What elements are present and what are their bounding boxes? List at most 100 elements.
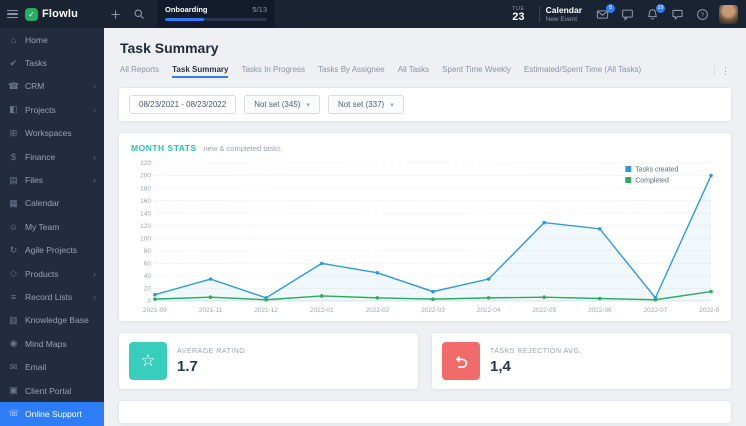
more-options-icon[interactable]: ⋮ bbox=[721, 66, 730, 77]
menu-icon[interactable] bbox=[7, 9, 18, 19]
notifications-badge: 19 bbox=[655, 3, 665, 13]
chevron-right-icon: › bbox=[93, 104, 96, 115]
svg-text:Tasks created: Tasks created bbox=[635, 166, 678, 173]
next-card-partial bbox=[118, 400, 732, 424]
sidebar-item-calendar[interactable]: ▦ Calendar bbox=[0, 192, 104, 215]
mindmap-icon: ◉ bbox=[9, 338, 18, 349]
sidebar-item-label: Knowledge Base bbox=[25, 315, 89, 326]
svg-text:2022-04: 2022-04 bbox=[477, 307, 501, 314]
svg-text:220: 220 bbox=[140, 160, 151, 167]
chart-subtitle: new & completed tasks bbox=[203, 144, 281, 153]
onboarding-progress-fill bbox=[165, 18, 204, 21]
date-widget[interactable]: Tue 23 bbox=[512, 6, 525, 23]
sidebar-item-finance[interactable]: $ Finance › bbox=[0, 145, 104, 168]
sidebar-item-client-portal[interactable]: ▣ Client Portal bbox=[0, 379, 104, 402]
filter-dropdown-2[interactable]: Not set (337) ▾ bbox=[327, 95, 404, 114]
svg-text:0: 0 bbox=[147, 298, 151, 305]
tab-task-summary[interactable]: Task Summary bbox=[172, 65, 229, 78]
svg-text:2022-07: 2022-07 bbox=[644, 307, 668, 314]
page-title: Task Summary bbox=[120, 40, 219, 56]
finance-icon: $ bbox=[10, 151, 16, 162]
sidebar-item-label: Finance bbox=[25, 151, 56, 162]
chevron-right-icon: › bbox=[93, 151, 96, 162]
svg-text:?: ? bbox=[701, 11, 705, 18]
sidebar-item-label: Products bbox=[25, 268, 59, 279]
sidebar-item-projects[interactable]: ◧ Projects › bbox=[0, 98, 104, 121]
svg-text:2021-09: 2021-09 bbox=[143, 307, 167, 314]
chevron-right-icon: › bbox=[93, 175, 96, 186]
sidebar-item-record-lists[interactable]: ≡ Record Lists › bbox=[0, 285, 104, 308]
sidebar-item-tasks[interactable]: ✔ Tasks bbox=[0, 51, 104, 74]
topbar: ✓ Flowlu Onboarding 5/13 Tue 23 Calendar… bbox=[0, 0, 746, 28]
svg-text:60: 60 bbox=[144, 261, 152, 268]
speech-bubble-icon bbox=[672, 9, 683, 19]
sidebar-item-label: Home bbox=[25, 34, 48, 45]
month-stats-chart: 0 20 40 60 80 100 120 140 160 180 200 220 2021-09 202… bbox=[140, 160, 719, 314]
home-icon: ⌂ bbox=[10, 34, 17, 45]
help-button[interactable]: ? bbox=[696, 8, 709, 21]
svg-text:200: 200 bbox=[140, 173, 151, 180]
filter-dropdown-1[interactable]: Not set (345) ▾ bbox=[244, 95, 320, 114]
sidebar-item-label: Tasks bbox=[25, 58, 47, 69]
svg-text:2022-05: 2022-05 bbox=[532, 307, 556, 314]
sidebar-item-online-support[interactable]: ☏ Online Support bbox=[0, 402, 104, 426]
sidebar-item-crm[interactable]: ☎ CRM › bbox=[0, 75, 104, 98]
sidebar-item-knowledge-base[interactable]: ▥ Knowledge Base bbox=[0, 309, 104, 332]
filter-dropdown-1-value: Not set (345) bbox=[254, 100, 301, 109]
tab-tasks-by-assignee[interactable]: Tasks By Assignee bbox=[318, 65, 385, 77]
chat-button[interactable] bbox=[621, 8, 634, 21]
sidebar-item-my-team[interactable]: ☺ My Team bbox=[0, 215, 104, 238]
avatar[interactable] bbox=[719, 4, 738, 24]
team-icon: ☺ bbox=[8, 221, 19, 232]
svg-text:100: 100 bbox=[140, 235, 151, 242]
help-icon: ? bbox=[697, 8, 708, 20]
inbox-button[interactable]: 8 bbox=[596, 3, 615, 21]
email-icon: ✉ bbox=[9, 361, 18, 372]
sidebar-item-label: Client Portal bbox=[25, 385, 72, 396]
tab-estimated-spent-time-all-tasks[interactable]: Estimated/Spent Time (All Tasks) bbox=[524, 65, 641, 77]
tab-tasks-in-progress[interactable]: Tasks In Progress bbox=[241, 65, 305, 77]
tab-spent-time-weekly[interactable]: Spent Time Weekly bbox=[442, 65, 511, 77]
onboarding-count: 5/13 bbox=[252, 5, 267, 14]
notifications-button[interactable]: 19 bbox=[646, 3, 665, 21]
chart-title: MONTH STATS bbox=[131, 143, 197, 153]
onboarding-label: Onboarding bbox=[165, 5, 208, 14]
sidebar-item-products[interactable]: ◇ Products › bbox=[0, 262, 104, 285]
svg-text:2022-08: 2022-08 bbox=[699, 307, 719, 314]
tasks-rejection-card: TASKS REJECTION AVG. 1,4 bbox=[431, 332, 732, 390]
date-range-input[interactable]: 08/23/2021 - 08/23/2022 bbox=[129, 95, 237, 114]
sidebar-item-mind-maps[interactable]: ◉ Mind Maps bbox=[0, 332, 104, 355]
tab-all-tasks[interactable]: All Tasks bbox=[398, 65, 429, 77]
sidebar-item-workspaces[interactable]: ⊞ Workspaces bbox=[0, 122, 104, 145]
sidebar-item-agile-projects[interactable]: ↻ Agile Projects bbox=[0, 239, 104, 262]
search-button[interactable] bbox=[133, 8, 145, 20]
sidebar-item-label: Workspaces bbox=[25, 128, 72, 139]
average-rating-card: ☆ AVERAGE RATING 1.7 bbox=[118, 332, 419, 390]
feedback-button[interactable] bbox=[671, 8, 684, 21]
flowlu-logo[interactable]: ✓ Flowlu bbox=[25, 7, 78, 21]
onboarding-widget[interactable]: Onboarding 5/13 bbox=[157, 0, 275, 28]
svg-text:120: 120 bbox=[140, 223, 151, 230]
svg-text:2022-02: 2022-02 bbox=[366, 307, 390, 314]
plus-icon bbox=[111, 9, 120, 19]
knowledge-icon: ▥ bbox=[9, 314, 18, 325]
tasks-rejection-value: 1,4 bbox=[490, 357, 511, 375]
support-icon: ☏ bbox=[8, 408, 20, 419]
tasks-icon: ✔ bbox=[9, 57, 18, 68]
svg-text:2021-12: 2021-12 bbox=[254, 307, 278, 314]
sidebar-item-label: CRM bbox=[25, 81, 45, 92]
sidebar-item-email[interactable]: ✉ Email bbox=[0, 355, 104, 378]
svg-text:2022-06: 2022-06 bbox=[588, 307, 612, 314]
month-stats-card: MONTH STATS new & completed tasks 0 20 40 6… bbox=[118, 132, 732, 322]
sidebar-item-home[interactable]: ⌂ Home bbox=[0, 28, 104, 51]
sidebar: ⌂ Home ✔ Tasks ☎ CRM › ◧ Projects › ⊞ Workspaces $ Fi… bbox=[0, 28, 104, 426]
sidebar-item-files[interactable]: ▤ Files › bbox=[0, 168, 104, 191]
add-button[interactable] bbox=[110, 9, 121, 20]
tab-all-reports[interactable]: All Reports bbox=[120, 65, 159, 77]
sidebar-item-label: Files bbox=[25, 175, 43, 186]
tabs-bar: All Reports Task Summary Tasks In Progress… bbox=[120, 65, 730, 78]
svg-text:180: 180 bbox=[140, 185, 151, 192]
files-icon: ▤ bbox=[9, 174, 18, 185]
calendar-quick-widget[interactable]: Calendar New Event bbox=[546, 5, 582, 23]
filter-dropdown-2-value: Not set (337) bbox=[337, 100, 385, 109]
